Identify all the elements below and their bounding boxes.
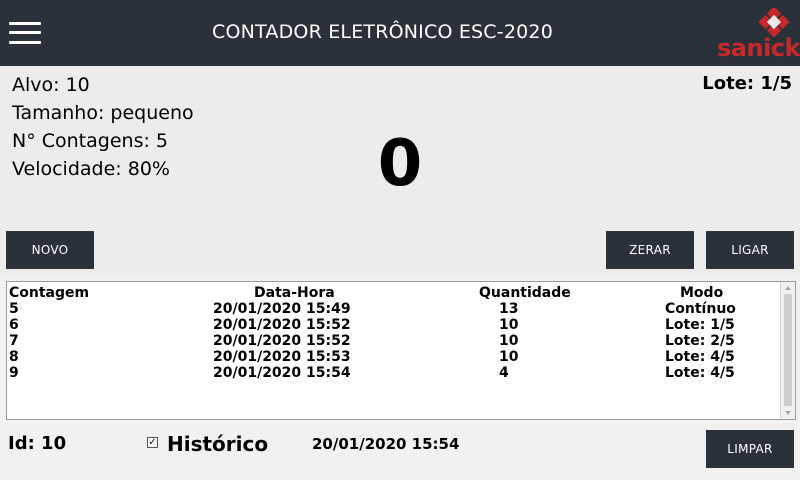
batch-indicator: Lote: 1/5	[702, 73, 792, 94]
scrollbar-thumb[interactable]	[784, 294, 792, 406]
cell-data-hora: 20/01/2020 15:53	[213, 349, 351, 365]
cell-data-hora: 20/01/2020 15:52	[213, 333, 351, 349]
table-row[interactable]: 9 20/01/2020 15:54 4 Lote: 4/5	[9, 365, 774, 381]
cell-quantidade: 10	[499, 333, 519, 349]
count-number-info: N° Contagens: 5	[12, 130, 168, 152]
scroll-up-icon[interactable]	[785, 286, 791, 290]
cell-contagem: 8	[9, 349, 19, 365]
header-bar: CONTADOR ELETRÔNICO ESC-2020 sanick	[0, 0, 800, 66]
table-row[interactable]: 7 20/01/2020 15:52 10 Lote: 2/5	[9, 333, 774, 349]
check-icon: ✓	[148, 437, 157, 448]
cell-quantidade: 10	[499, 349, 519, 365]
speed-info: Velocidade: 80%	[12, 158, 170, 180]
target-info: Alvo: 10	[12, 74, 90, 96]
scroll-down-icon[interactable]	[785, 411, 791, 415]
cell-contagem: 9	[9, 365, 19, 381]
table-row[interactable]: 6 20/01/2020 15:52 10 Lote: 1/5	[9, 317, 774, 333]
start-button[interactable]: LIGAR	[706, 231, 794, 269]
clear-button[interactable]: LIMPAR	[706, 430, 794, 468]
table-row[interactable]: 8 20/01/2020 15:53 10 Lote: 4/5	[9, 349, 774, 365]
sanick-logo: sanick	[714, 8, 800, 64]
cell-contagem: 5	[9, 301, 19, 317]
history-grid: Contagem Data-Hora Quantidade Modo 5 20/…	[9, 285, 774, 381]
history-table[interactable]: Contagem Data-Hora Quantidade Modo 5 20/…	[6, 281, 796, 420]
column-header-quantidade: Quantidade	[479, 285, 571, 301]
id-label: Id: 10	[8, 433, 67, 454]
cell-modo: Lote: 2/5	[665, 333, 735, 349]
logo-text: sanick	[717, 34, 800, 62]
cell-data-hora: 20/01/2020 15:49	[213, 301, 351, 317]
cell-quantidade: 10	[499, 317, 519, 333]
column-header-contagem: Contagem	[9, 285, 90, 301]
column-header-data-hora: Data-Hora	[254, 285, 335, 301]
reset-button[interactable]: ZERAR	[606, 231, 694, 269]
app-window: CONTADOR ELETRÔNICO ESC-2020 sanick Alvo…	[0, 0, 800, 480]
column-header-modo: Modo	[680, 285, 724, 301]
history-table-viewport: Contagem Data-Hora Quantidade Modo 5 20/…	[7, 282, 780, 419]
cell-contagem: 6	[9, 317, 19, 333]
table-row[interactable]: 5 20/01/2020 15:49 13 Contínuo	[9, 301, 774, 317]
cell-data-hora: 20/01/2020 15:54	[213, 365, 351, 381]
app-title: CONTADOR ELETRÔNICO ESC-2020	[212, 21, 553, 43]
current-datetime: 20/01/2020 15:54	[312, 435, 460, 453]
cell-contagem: 7	[9, 333, 19, 349]
cell-modo: Lote: 4/5	[665, 365, 735, 381]
table-scrollbar[interactable]	[780, 282, 795, 419]
cell-modo: Lote: 4/5	[665, 349, 735, 365]
table-header-row: Contagem Data-Hora Quantidade Modo	[9, 285, 774, 301]
new-button[interactable]: NOVO	[6, 231, 94, 269]
history-checkbox[interactable]: ✓	[147, 437, 158, 448]
cell-modo: Contínuo	[665, 301, 736, 317]
cell-quantidade: 13	[499, 301, 519, 317]
history-checkbox-label[interactable]: Histórico	[167, 432, 268, 456]
cell-quantidade: 4	[499, 365, 509, 381]
size-info: Tamanho: pequeno	[12, 102, 194, 124]
cell-modo: Lote: 1/5	[665, 317, 735, 333]
cell-data-hora: 20/01/2020 15:52	[213, 317, 351, 333]
counter-display: 0	[377, 127, 423, 201]
